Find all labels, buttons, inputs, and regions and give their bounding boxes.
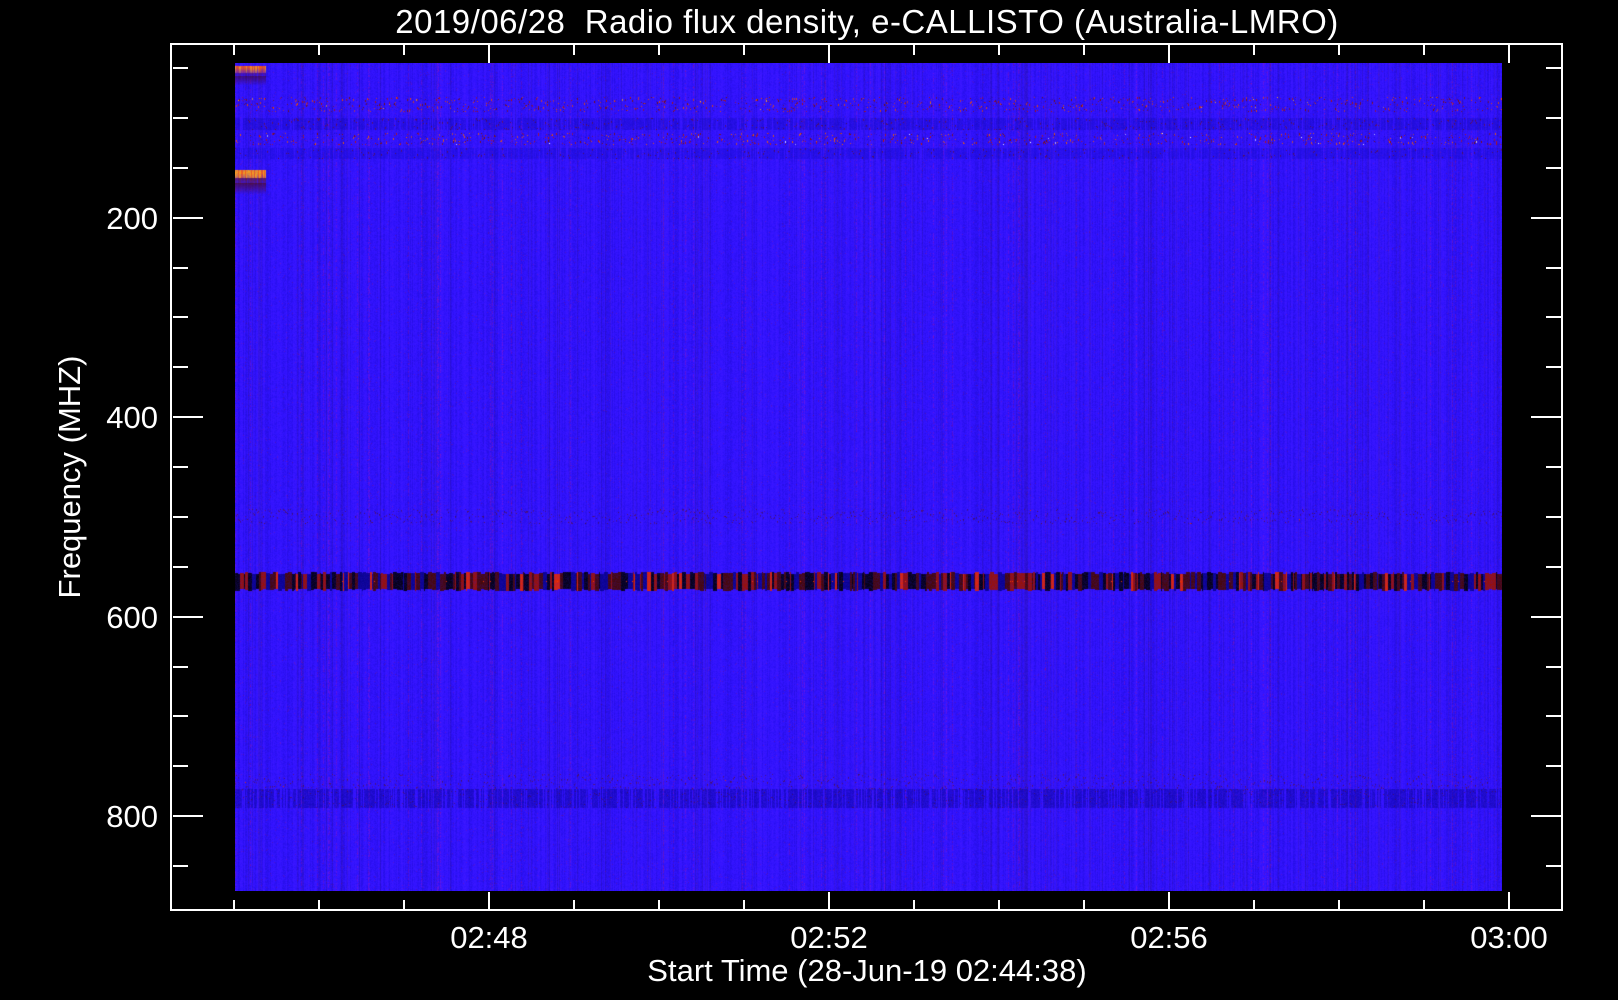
y-minor-tick bbox=[173, 765, 188, 767]
x-minor-tick bbox=[403, 900, 405, 910]
y-minor-tick bbox=[173, 167, 188, 169]
spectrogram-image bbox=[235, 63, 1502, 891]
x-minor-tick-top bbox=[1083, 45, 1085, 55]
x-minor-tick-top bbox=[1338, 45, 1340, 55]
y-minor-tick bbox=[173, 865, 188, 867]
y-tick-label: 800 bbox=[106, 799, 158, 834]
x-minor-tick-top bbox=[233, 45, 235, 55]
x-tick-label: 02:52 bbox=[790, 920, 868, 955]
x-minor-tick bbox=[1253, 900, 1255, 910]
y-major-tick-right bbox=[1531, 616, 1561, 618]
y-tick-label: 600 bbox=[106, 600, 158, 635]
x-minor-tick-top bbox=[1253, 45, 1255, 55]
y-minor-tick bbox=[173, 67, 188, 69]
plot-title: 2019/06/28 Radio flux density, e-CALLIST… bbox=[395, 3, 1339, 40]
x-minor-tick-top bbox=[743, 45, 745, 55]
y-minor-tick-right bbox=[1546, 666, 1561, 668]
x-minor-tick bbox=[1423, 900, 1425, 910]
y-tick-label: 200 bbox=[106, 201, 158, 236]
y-major-tick bbox=[173, 416, 203, 418]
x-minor-tick-top bbox=[318, 45, 320, 55]
x-minor-tick-top bbox=[913, 45, 915, 55]
y-major-tick bbox=[173, 616, 203, 618]
y-minor-tick-right bbox=[1546, 466, 1561, 468]
x-minor-tick bbox=[913, 900, 915, 910]
x-minor-tick-top bbox=[403, 45, 405, 55]
y-major-tick-right bbox=[1531, 217, 1561, 219]
y-minor-tick bbox=[173, 715, 188, 717]
y-minor-tick bbox=[173, 516, 188, 518]
x-major-tick bbox=[1508, 892, 1510, 910]
x-major-tick bbox=[1168, 892, 1170, 910]
x-major-tick-top bbox=[1508, 45, 1510, 63]
y-minor-tick-right bbox=[1546, 765, 1561, 767]
y-major-tick-right bbox=[1531, 416, 1561, 418]
x-minor-tick bbox=[998, 900, 1000, 910]
y-minor-tick bbox=[173, 267, 188, 269]
x-major-tick bbox=[828, 892, 830, 910]
y-minor-tick bbox=[173, 316, 188, 318]
x-minor-tick-top bbox=[998, 45, 1000, 55]
spectrogram-page: { "chart_data": { "type": "heatmap", "ti… bbox=[0, 0, 1618, 1000]
x-tick-label: 02:56 bbox=[1130, 920, 1208, 955]
y-minor-tick bbox=[173, 666, 188, 668]
y-minor-tick-right bbox=[1546, 516, 1561, 518]
x-major-tick-top bbox=[828, 45, 830, 63]
x-minor-tick-top bbox=[658, 45, 660, 55]
x-minor-tick bbox=[318, 900, 320, 910]
x-tick-label: 03:00 bbox=[1470, 920, 1548, 955]
y-major-tick bbox=[173, 815, 203, 817]
y-minor-tick-right bbox=[1546, 316, 1561, 318]
y-minor-tick bbox=[173, 366, 188, 368]
x-minor-tick bbox=[658, 900, 660, 910]
y-minor-tick-right bbox=[1546, 167, 1561, 169]
y-major-tick bbox=[173, 217, 203, 219]
y-minor-tick-right bbox=[1546, 67, 1561, 69]
y-minor-tick-right bbox=[1546, 566, 1561, 568]
y-minor-tick-right bbox=[1546, 865, 1561, 867]
x-major-tick-top bbox=[488, 45, 490, 63]
y-minor-tick bbox=[173, 566, 188, 568]
x-minor-tick bbox=[233, 900, 235, 910]
x-axis-title: Start Time (28-Jun-19 02:44:38) bbox=[647, 953, 1087, 988]
x-minor-tick-top bbox=[1423, 45, 1425, 55]
y-minor-tick-right bbox=[1546, 117, 1561, 119]
x-major-tick-top bbox=[1168, 45, 1170, 63]
x-major-tick bbox=[488, 892, 490, 910]
y-minor-tick-right bbox=[1546, 715, 1561, 717]
y-axis-title: Frequency (MHZ) bbox=[52, 355, 87, 599]
y-minor-tick-right bbox=[1546, 267, 1561, 269]
x-minor-tick bbox=[743, 900, 745, 910]
y-minor-tick bbox=[173, 117, 188, 119]
x-minor-tick bbox=[1338, 900, 1340, 910]
x-minor-tick bbox=[1083, 900, 1085, 910]
x-minor-tick bbox=[573, 900, 575, 910]
y-minor-tick-right bbox=[1546, 366, 1561, 368]
x-minor-tick-top bbox=[573, 45, 575, 55]
y-major-tick-right bbox=[1531, 815, 1561, 817]
y-minor-tick bbox=[173, 466, 188, 468]
x-tick-label: 02:48 bbox=[450, 920, 528, 955]
